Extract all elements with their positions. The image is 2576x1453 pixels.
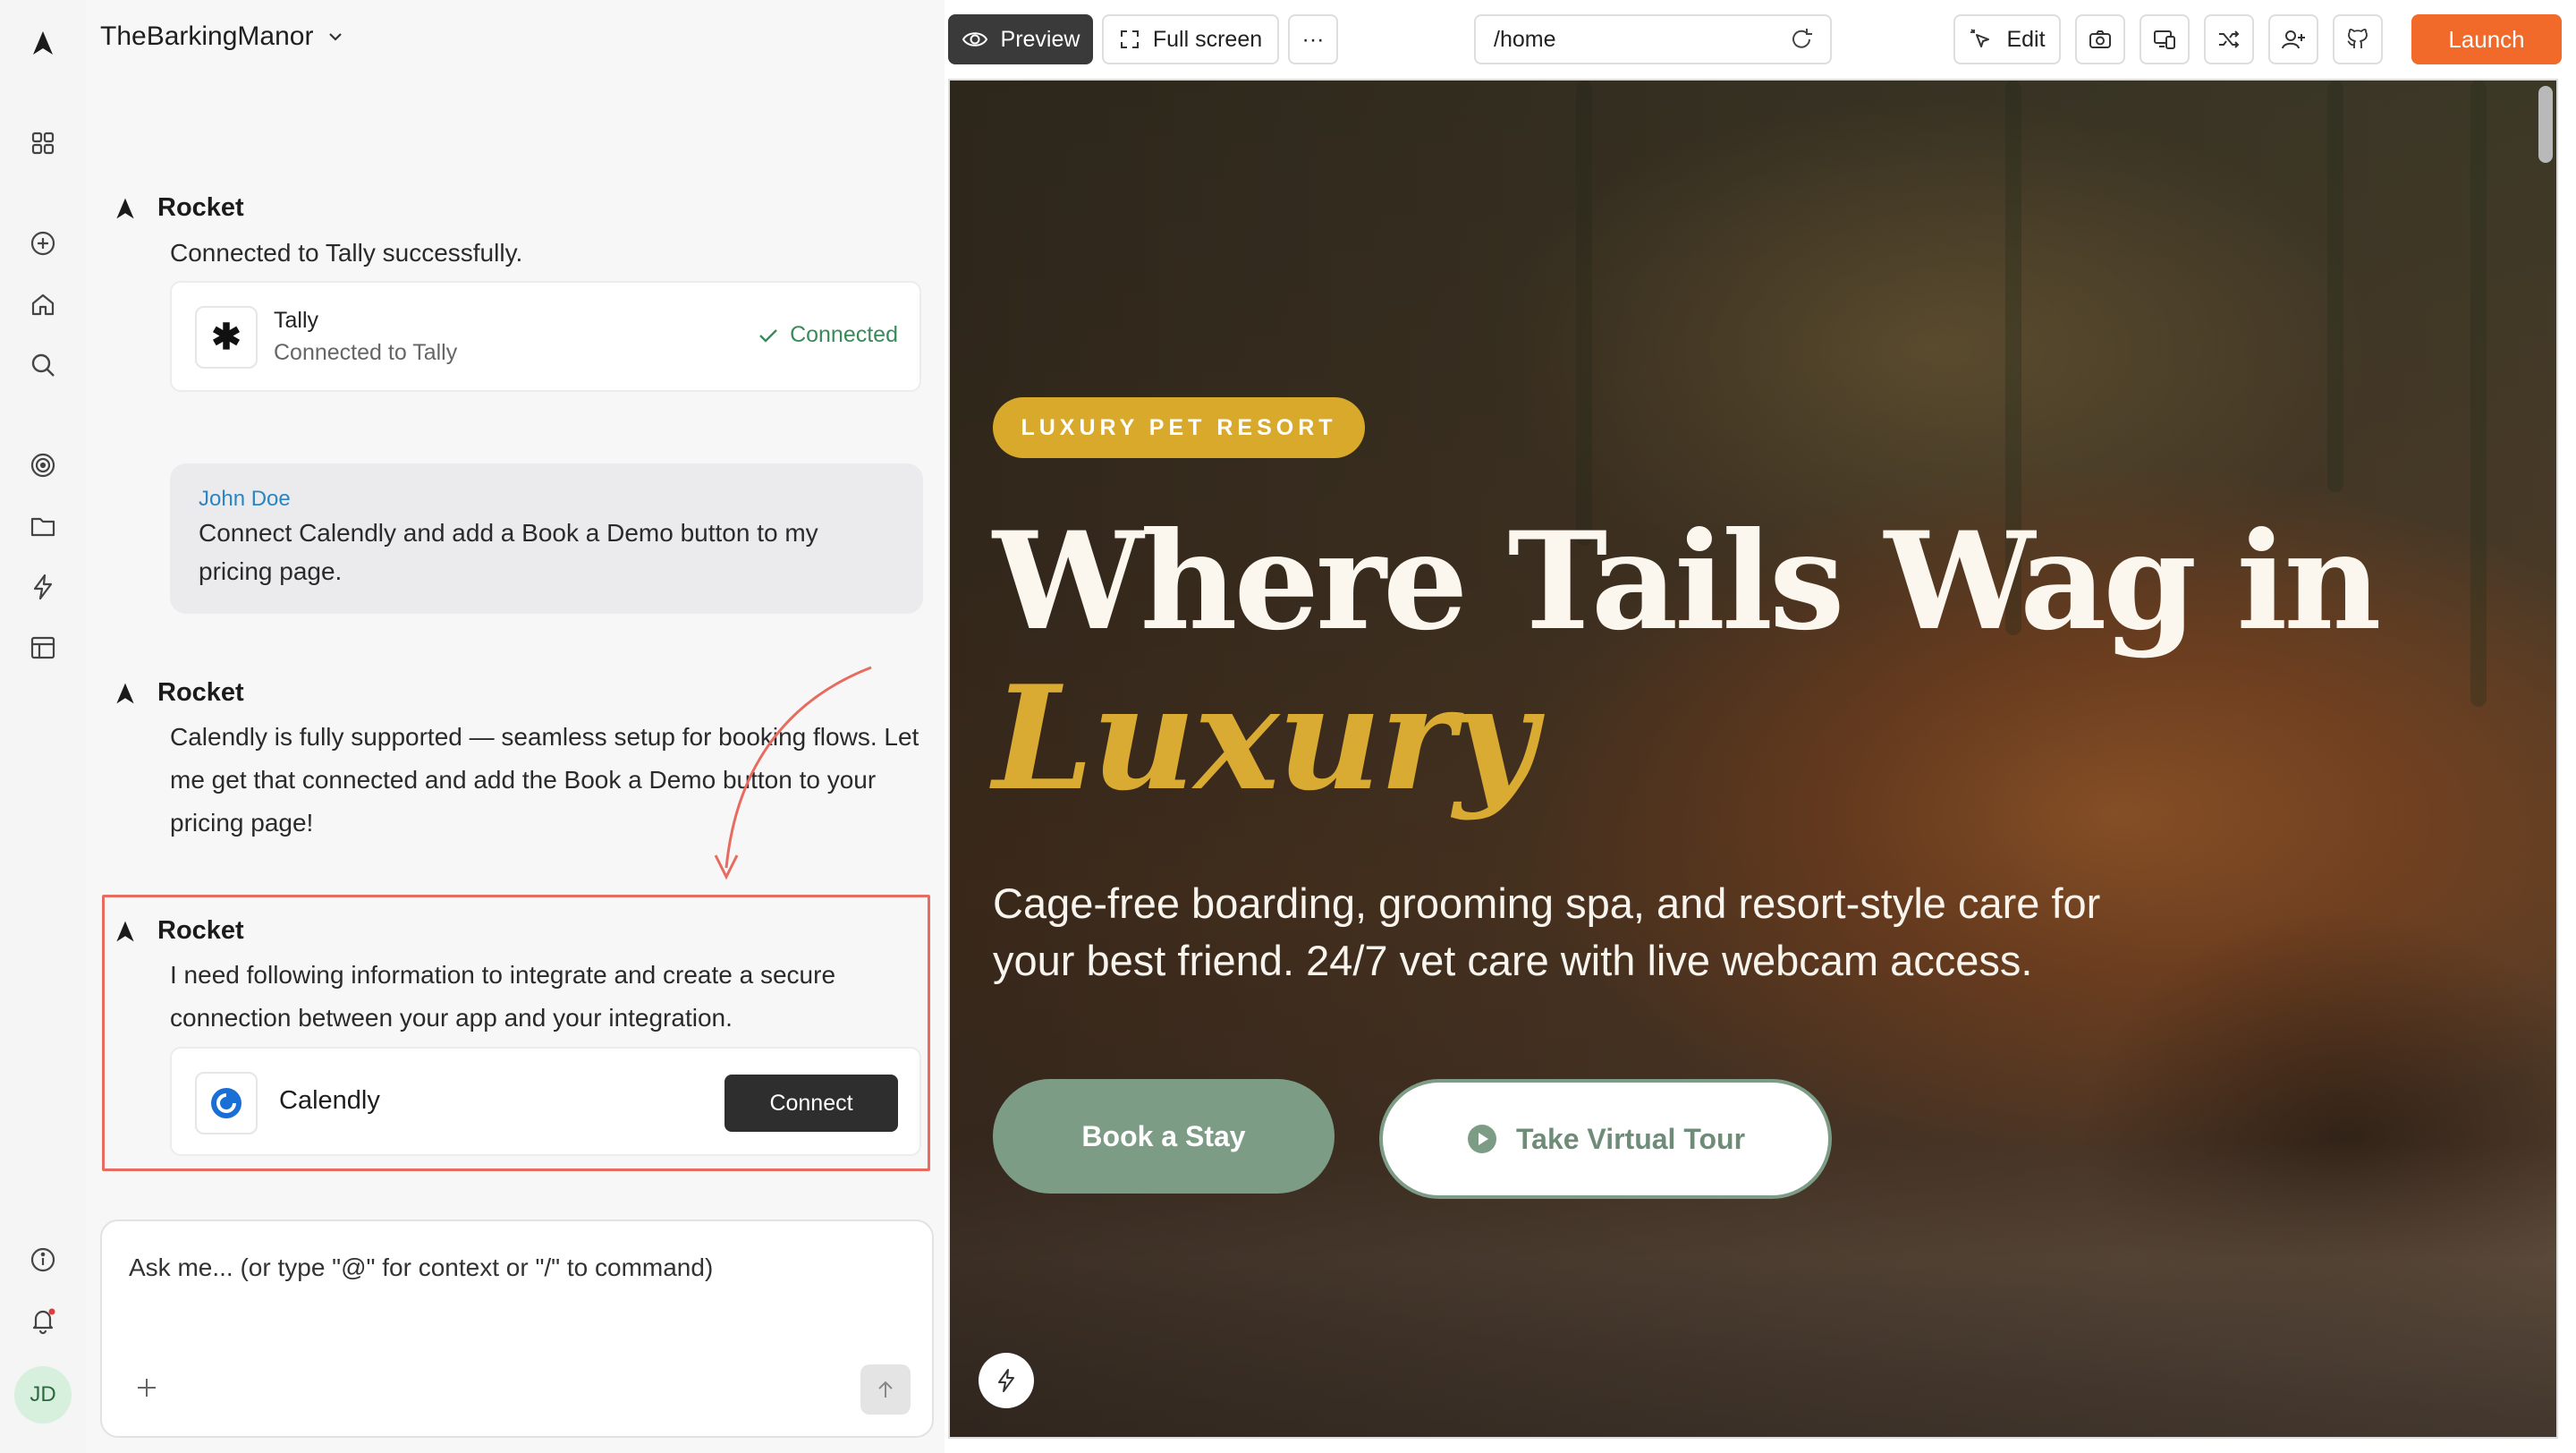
icon-rail: JD [0, 0, 86, 1453]
calendly-integration-card: Calendly Connect [170, 1047, 921, 1156]
layout-icon[interactable] [21, 626, 64, 669]
search-icon[interactable] [21, 344, 64, 387]
integration-name: Tally [274, 308, 319, 333]
chevron-down-icon [329, 33, 343, 41]
invite-user-button[interactable] [2268, 14, 2318, 64]
lightning-icon[interactable] [21, 565, 64, 608]
rocket-logo-icon [116, 683, 134, 703]
tally-integration-card: ✱ Tally Connected to Tally Connected [170, 281, 921, 392]
message-text: Calendly is fully supported — seamless s… [170, 723, 919, 837]
more-options-button[interactable]: ··· [1288, 14, 1338, 64]
play-circle-icon [1467, 1125, 1496, 1153]
project-switcher[interactable]: TheBarkingManor [100, 21, 345, 52]
message-header: Rocket [113, 193, 244, 223]
url-text[interactable]: /home [1494, 27, 1555, 53]
add-attachment-button[interactable] [129, 1370, 165, 1406]
calendly-logo-icon [195, 1072, 258, 1134]
site-preview: LUXURY PET RESORT Where Tails Wag in Lux… [948, 79, 2558, 1439]
launch-button[interactable]: Launch [2411, 14, 2562, 64]
devices-icon [2154, 30, 2175, 49]
refresh-icon[interactable] [1789, 27, 1814, 52]
connection-status: Connected [756, 322, 898, 348]
chat-panel: TheBarkingManor Rocket Connected to Tall… [86, 0, 945, 1453]
url-bar[interactable]: /home [1474, 14, 1832, 64]
shuffle-button[interactable] [2204, 14, 2254, 64]
camera-icon [2089, 30, 2111, 48]
message-author: Rocket [157, 193, 244, 222]
screenshot-button[interactable] [2075, 14, 2125, 64]
shuffle-icon [2219, 30, 2240, 48]
integration-name: Calendly [279, 1086, 380, 1115]
hero-subtitle: Cage-free boarding, grooming spa, and re… [993, 879, 2101, 984]
connect-calendly-button[interactable]: Connect [724, 1075, 898, 1132]
plus-icon [138, 1379, 156, 1397]
chat-composer[interactable]: Ask me... (or type "@" for context or "/… [100, 1219, 934, 1438]
virtual-tour-label: Take Virtual Tour [1515, 1122, 1746, 1155]
message-header: Rocket [113, 678, 244, 708]
message-header: Rocket [113, 916, 244, 946]
hero-title-line1: Where Tails Wag in [993, 503, 2381, 660]
folder-icon[interactable] [21, 505, 64, 548]
book-a-stay-button[interactable]: Book a Stay [993, 1079, 1335, 1194]
preview-label: Preview [1000, 26, 1080, 52]
message-author: Rocket [157, 916, 244, 945]
fullscreen-label: Full screen [1152, 26, 1263, 52]
message-author: Rocket [157, 678, 244, 707]
edit-label: Edit [2006, 26, 2046, 52]
bell-icon[interactable] [21, 1299, 64, 1342]
user-avatar[interactable]: JD [14, 1366, 72, 1423]
info-icon[interactable] [21, 1238, 64, 1281]
message-text: Connected to Tally successfully. [170, 239, 523, 267]
plus-circle-icon[interactable] [21, 222, 64, 265]
message-author: John Doe [199, 487, 291, 511]
github-button[interactable] [2333, 14, 2383, 64]
edit-button[interactable]: Edit [1953, 14, 2061, 64]
rocket-logo-icon [116, 198, 134, 218]
more-label: ··· [1301, 26, 1325, 52]
responsive-view-button[interactable] [2140, 14, 2190, 64]
user-plus-icon [2282, 30, 2305, 49]
hero-badge: LUXURY PET RESORT [993, 397, 1365, 458]
expand-icon [1120, 30, 1139, 48]
project-name: TheBarkingManor [100, 21, 314, 51]
github-icon [2347, 29, 2368, 48]
tally-logo-icon: ✱ [195, 306, 258, 369]
message-text: Connect Calendly and add a Book a Demo b… [199, 519, 818, 585]
preview-mode-button[interactable]: Preview [948, 14, 1093, 64]
cursor-click-icon [1970, 29, 1990, 47]
rocket-logo-icon[interactable] [21, 21, 64, 64]
rocket-logo-icon [116, 921, 134, 941]
message-text: I need following information to integrat… [170, 961, 836, 1032]
hero-title-line2: Luxury [993, 654, 1537, 822]
target-icon[interactable] [21, 444, 64, 487]
quick-action-button[interactable] [979, 1353, 1034, 1408]
lightning-icon [998, 1369, 1014, 1392]
status-text: Connected [790, 322, 898, 347]
virtual-tour-button[interactable]: Take Virtual Tour [1379, 1079, 1832, 1199]
preview-scrollbar[interactable] [2538, 86, 2553, 163]
checkmark-icon [759, 328, 777, 343]
grid-icon[interactable] [21, 122, 64, 165]
user-message-bubble: John Doe Connect Calendly and add a Book… [170, 463, 923, 614]
home-icon[interactable] [21, 283, 64, 326]
arrow-up-icon [878, 1381, 893, 1398]
chat-input-placeholder[interactable]: Ask me... (or type "@" for context or "/… [129, 1253, 898, 1282]
fullscreen-button[interactable]: Full screen [1102, 14, 1279, 64]
send-button[interactable] [860, 1364, 911, 1415]
eye-icon [962, 32, 987, 47]
integration-subtitle: Connected to Tally [274, 340, 458, 365]
